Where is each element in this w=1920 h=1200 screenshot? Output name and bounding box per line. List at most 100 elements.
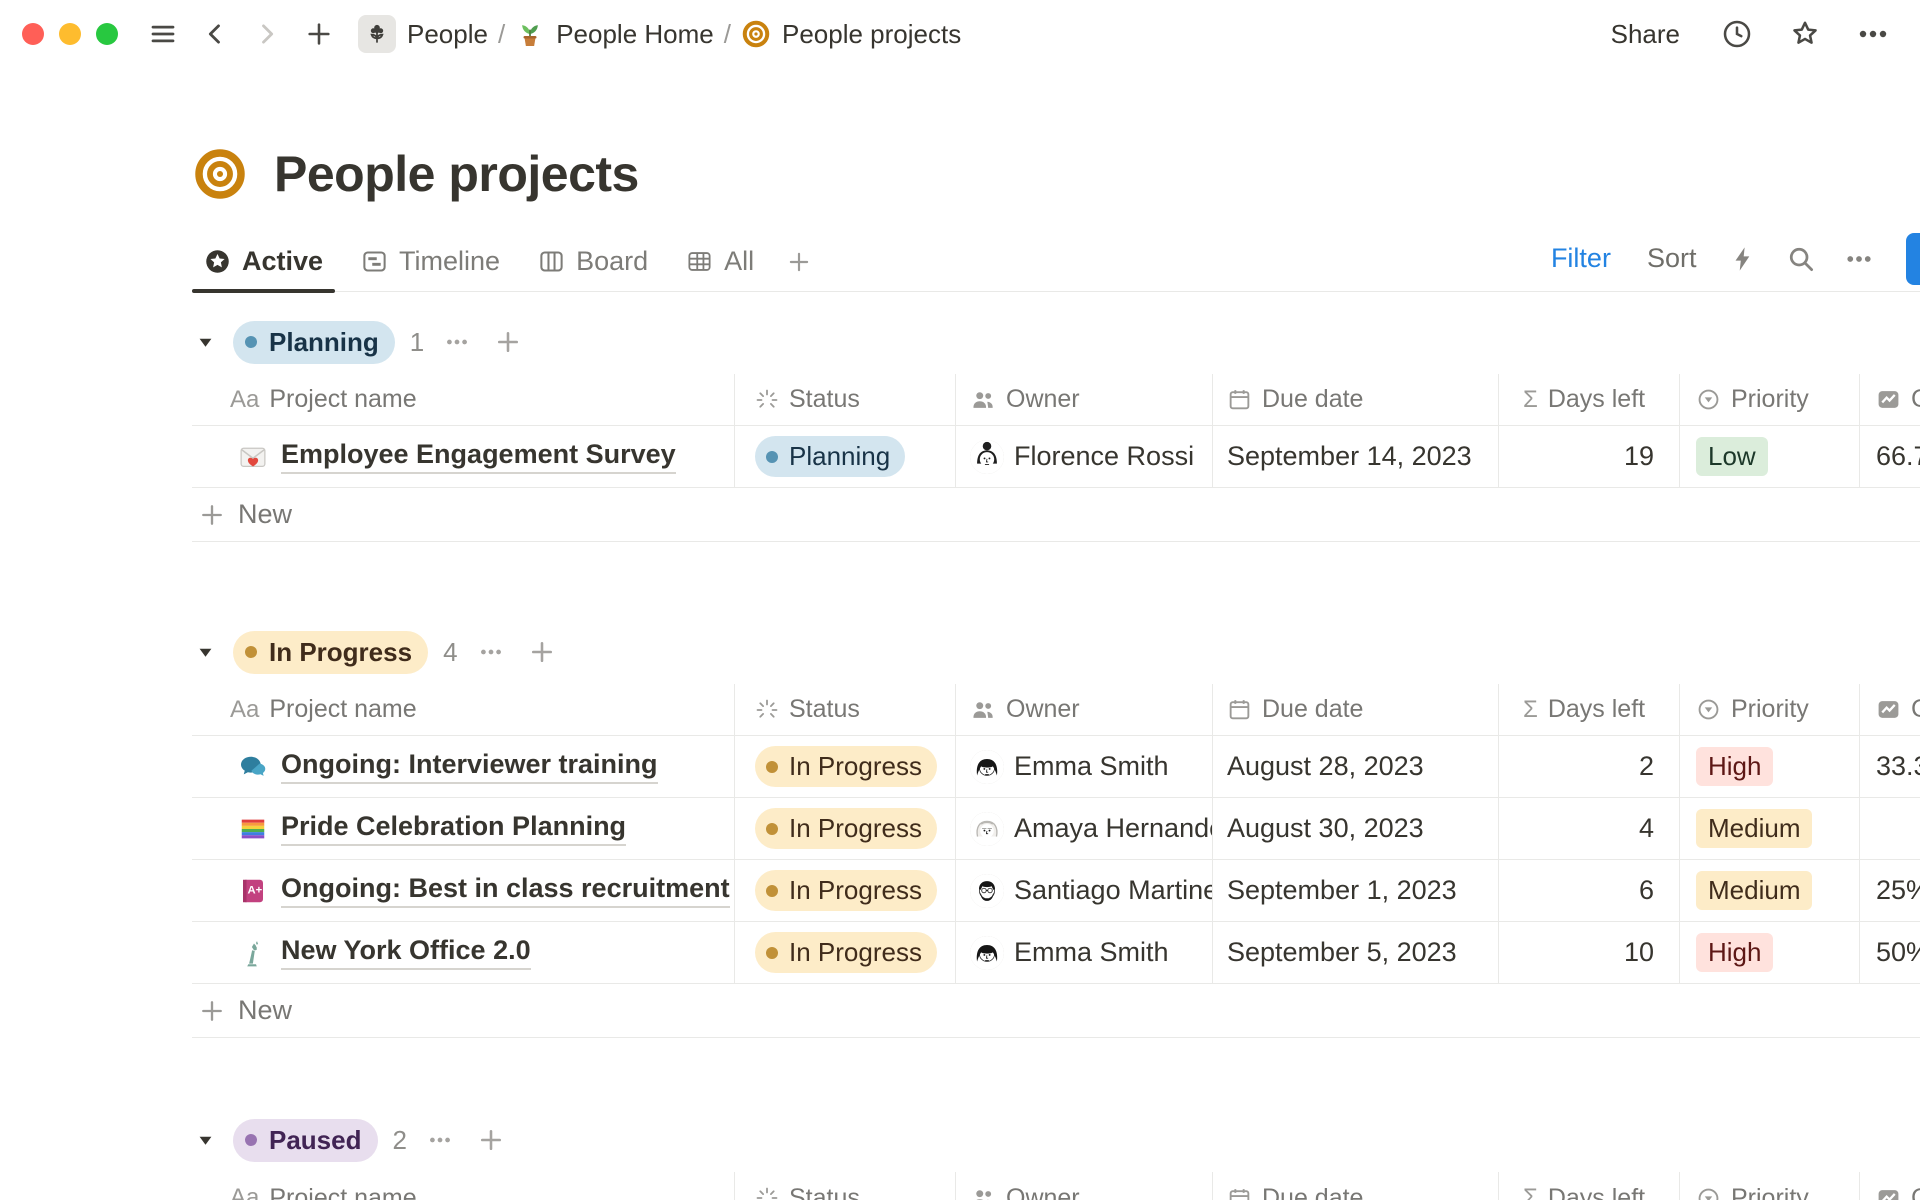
add-view-icon[interactable] xyxy=(780,232,818,291)
breadcrumb-item-people[interactable]: People xyxy=(350,11,496,57)
group-add-icon[interactable] xyxy=(524,634,560,670)
collapse-toggle-icon[interactable] xyxy=(192,1127,218,1153)
collapse-toggle-icon[interactable] xyxy=(192,329,218,355)
due-date-cell[interactable]: August 30, 2023 xyxy=(1213,798,1499,859)
priority-cell[interactable]: Medium xyxy=(1680,860,1860,921)
back-icon[interactable] xyxy=(194,13,236,55)
status-pill[interactable]: In Progress xyxy=(755,932,937,973)
view-options-icon[interactable] xyxy=(1838,238,1880,280)
status-pill[interactable]: In Progress xyxy=(755,870,937,911)
project-name-cell[interactable]: Employee Engagement Survey xyxy=(192,426,735,487)
minimize-window-button[interactable] xyxy=(59,23,81,45)
project-name[interactable]: Pride Celebration Planning xyxy=(281,811,626,846)
project-name-cell[interactable]: New York Office 2.0 xyxy=(192,922,735,983)
completion-cell[interactable]: 66.7% xyxy=(1860,426,1920,487)
sidebar-menu-icon[interactable] xyxy=(142,13,184,55)
table-row[interactable]: Pride Celebration Planning In Progress A… xyxy=(192,798,1920,860)
days-left-cell[interactable]: 4 xyxy=(1499,798,1680,859)
priority-pill[interactable]: Medium xyxy=(1696,809,1812,848)
column-header-priority[interactable]: Priority xyxy=(1680,684,1860,735)
share-button[interactable]: Share xyxy=(1601,15,1690,54)
close-window-button[interactable] xyxy=(22,23,44,45)
column-header-days-left[interactable]: Σ Days left xyxy=(1499,1172,1680,1200)
page-title[interactable]: People projects xyxy=(274,145,639,203)
group-add-icon[interactable] xyxy=(473,1122,509,1158)
status-cell[interactable]: In Progress xyxy=(735,860,956,921)
status-cell[interactable]: In Progress xyxy=(735,736,956,797)
breadcrumb-item-people-projects[interactable]: People projects xyxy=(733,15,969,54)
status-cell[interactable]: Planning xyxy=(735,426,956,487)
more-options-icon[interactable] xyxy=(1852,13,1894,55)
owner-cell[interactable]: Amaya Hernandez xyxy=(956,798,1213,859)
new-row-button[interactable]: New xyxy=(192,488,1920,542)
table-row[interactable]: A+ Ongoing: Best in class recruitment In… xyxy=(192,860,1920,922)
column-header-status[interactable]: Status xyxy=(735,684,956,735)
due-date-cell[interactable]: September 14, 2023 xyxy=(1213,426,1499,487)
column-header-name[interactable]: Aa Project name xyxy=(192,374,735,425)
tab-all[interactable]: All xyxy=(674,232,766,291)
zoom-window-button[interactable] xyxy=(96,23,118,45)
priority-pill[interactable]: High xyxy=(1696,747,1773,786)
owner-cell[interactable]: Emma Smith xyxy=(956,736,1213,797)
group-status-pill[interactable]: Paused xyxy=(233,1119,378,1162)
table-row[interactable]: Ongoing: Interviewer training In Progres… xyxy=(192,736,1920,798)
column-header-priority[interactable]: Priority xyxy=(1680,1172,1860,1200)
project-name-cell[interactable]: Pride Celebration Planning xyxy=(192,798,735,859)
tab-board[interactable]: Board xyxy=(526,232,660,291)
column-header-days-left[interactable]: Σ Days left xyxy=(1499,374,1680,425)
priority-pill[interactable]: Medium xyxy=(1696,871,1812,910)
column-header-status[interactable]: Status xyxy=(735,374,956,425)
column-header-name[interactable]: Aa Project name xyxy=(192,684,735,735)
column-header-owner[interactable]: Owner xyxy=(956,374,1213,425)
column-header-priority[interactable]: Priority xyxy=(1680,374,1860,425)
due-date-cell[interactable]: September 1, 2023 xyxy=(1213,860,1499,921)
table-row[interactable]: New York Office 2.0 In Progress Emma Smi… xyxy=(192,922,1920,984)
sort-button[interactable]: Sort xyxy=(1637,239,1707,278)
new-button[interactable]: New xyxy=(1906,233,1920,285)
forward-icon[interactable] xyxy=(246,13,288,55)
search-icon[interactable] xyxy=(1780,238,1822,280)
project-name[interactable]: Ongoing: Best in class recruitment xyxy=(281,873,730,908)
completion-cell[interactable]: 50% xyxy=(1860,922,1920,983)
filter-button[interactable]: Filter xyxy=(1541,239,1621,278)
column-header-days-left[interactable]: Σ Days left xyxy=(1499,684,1680,735)
collapse-toggle-icon[interactable] xyxy=(192,639,218,665)
days-left-cell[interactable]: 2 xyxy=(1499,736,1680,797)
column-header-owner[interactable]: Owner xyxy=(956,1172,1213,1200)
completion-cell[interactable]: 33.3% xyxy=(1860,736,1920,797)
group-options-icon[interactable] xyxy=(439,324,475,360)
column-header-due-date[interactable]: Due date xyxy=(1213,1172,1499,1200)
group-add-icon[interactable] xyxy=(490,324,526,360)
status-pill[interactable]: In Progress xyxy=(755,808,937,849)
project-name[interactable]: New York Office 2.0 xyxy=(281,935,531,970)
days-left-cell[interactable]: 10 xyxy=(1499,922,1680,983)
column-header-completion[interactable]: Completion xyxy=(1860,684,1920,735)
priority-cell[interactable]: Medium xyxy=(1680,798,1860,859)
status-pill[interactable]: In Progress xyxy=(755,746,937,787)
completion-cell[interactable] xyxy=(1860,798,1920,859)
days-left-cell[interactable]: 19 xyxy=(1499,426,1680,487)
column-header-completion[interactable]: Completion xyxy=(1860,1172,1920,1200)
favorite-star-icon[interactable] xyxy=(1784,13,1826,55)
new-page-icon[interactable] xyxy=(298,13,340,55)
priority-cell[interactable]: Low xyxy=(1680,426,1860,487)
status-cell[interactable]: In Progress xyxy=(735,798,956,859)
group-status-pill[interactable]: In Progress xyxy=(233,631,428,674)
status-pill[interactable]: Planning xyxy=(755,436,905,477)
column-header-completion[interactable]: Completion xyxy=(1860,374,1920,425)
column-header-due-date[interactable]: Due date xyxy=(1213,684,1499,735)
clock-history-icon[interactable] xyxy=(1716,13,1758,55)
tab-timeline[interactable]: Timeline xyxy=(349,232,512,291)
group-status-pill[interactable]: Planning xyxy=(233,321,395,364)
days-left-cell[interactable]: 6 xyxy=(1499,860,1680,921)
completion-cell[interactable]: 25% xyxy=(1860,860,1920,921)
page-target-icon[interactable] xyxy=(192,146,248,202)
priority-pill[interactable]: Low xyxy=(1696,437,1768,476)
priority-pill[interactable]: High xyxy=(1696,933,1773,972)
column-header-owner[interactable]: Owner xyxy=(956,684,1213,735)
group-options-icon[interactable] xyxy=(473,634,509,670)
project-name-cell[interactable]: Ongoing: Interviewer training xyxy=(192,736,735,797)
column-header-status[interactable]: Status xyxy=(735,1172,956,1200)
group-options-icon[interactable] xyxy=(422,1122,458,1158)
breadcrumb-item-people-home[interactable]: People Home xyxy=(507,15,722,54)
